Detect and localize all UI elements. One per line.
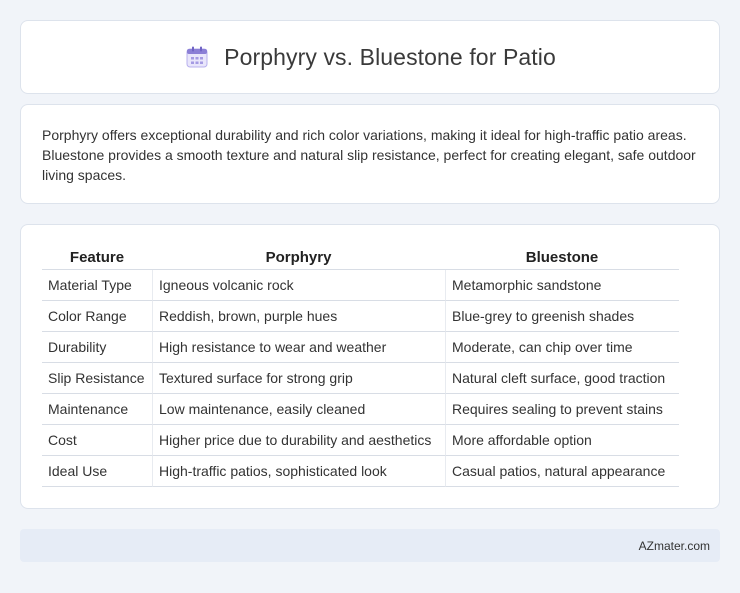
porphyry-cell: High-traffic patios, sophisticated look	[152, 456, 445, 487]
porphyry-cell: Reddish, brown, purple hues	[152, 301, 445, 332]
porphyry-cell: Igneous volcanic rock	[152, 270, 445, 301]
table-row: Durability High resistance to wear and w…	[42, 332, 679, 363]
bluestone-cell: Blue-grey to greenish shades	[445, 301, 679, 332]
title-wrap: Porphyry vs. Bluestone for Patio	[184, 44, 556, 71]
page-title: Porphyry vs. Bluestone for Patio	[224, 43, 556, 70]
footer-site-link[interactable]: AZmater.com	[639, 539, 710, 553]
comparison-table: Feature Porphyry Bluestone Material Type…	[42, 245, 679, 487]
table-row: Cost Higher price due to durability and …	[42, 425, 679, 456]
porphyry-cell: Low maintenance, easily cleaned	[152, 394, 445, 425]
calendar-icon	[186, 46, 208, 68]
header-porphyry: Porphyry	[152, 245, 445, 270]
header-bluestone: Bluestone	[445, 245, 679, 270]
feature-cell: Ideal Use	[42, 456, 152, 487]
bluestone-cell: Moderate, can chip over time	[445, 332, 679, 363]
table-row: Color Range Reddish, brown, purple hues …	[42, 301, 679, 332]
porphyry-cell: Textured surface for strong grip	[152, 363, 445, 394]
bluestone-cell: Metamorphic sandstone	[445, 270, 679, 301]
table-header-row: Feature Porphyry Bluestone	[42, 245, 679, 270]
feature-cell: Maintenance	[42, 394, 152, 425]
table-row: Maintenance Low maintenance, easily clea…	[42, 394, 679, 425]
header-feature: Feature	[42, 245, 152, 270]
porphyry-cell: Higher price due to durability and aesth…	[152, 425, 445, 456]
table-row: Slip Resistance Textured surface for str…	[42, 363, 679, 394]
footer-bar: AZmater.com	[20, 529, 720, 562]
description-card: Porphyry offers exceptional durability a…	[20, 104, 720, 204]
table-row: Ideal Use High-traffic patios, sophistic…	[42, 456, 679, 487]
bluestone-cell: Casual patios, natural appearance	[445, 456, 679, 487]
feature-cell: Color Range	[42, 301, 152, 332]
feature-cell: Slip Resistance	[42, 363, 152, 394]
feature-cell: Cost	[42, 425, 152, 456]
title-card: Porphyry vs. Bluestone for Patio	[20, 20, 720, 94]
feature-cell: Durability	[42, 332, 152, 363]
bluestone-cell: Requires sealing to prevent stains	[445, 394, 679, 425]
description-text: Porphyry offers exceptional durability a…	[42, 127, 696, 183]
table-row: Material Type Igneous volcanic rock Meta…	[42, 270, 679, 301]
feature-cell: Material Type	[42, 270, 152, 301]
bluestone-cell: More affordable option	[445, 425, 679, 456]
bluestone-cell: Natural cleft surface, good traction	[445, 363, 679, 394]
comparison-card: Feature Porphyry Bluestone Material Type…	[20, 224, 720, 509]
porphyry-cell: High resistance to wear and weather	[152, 332, 445, 363]
